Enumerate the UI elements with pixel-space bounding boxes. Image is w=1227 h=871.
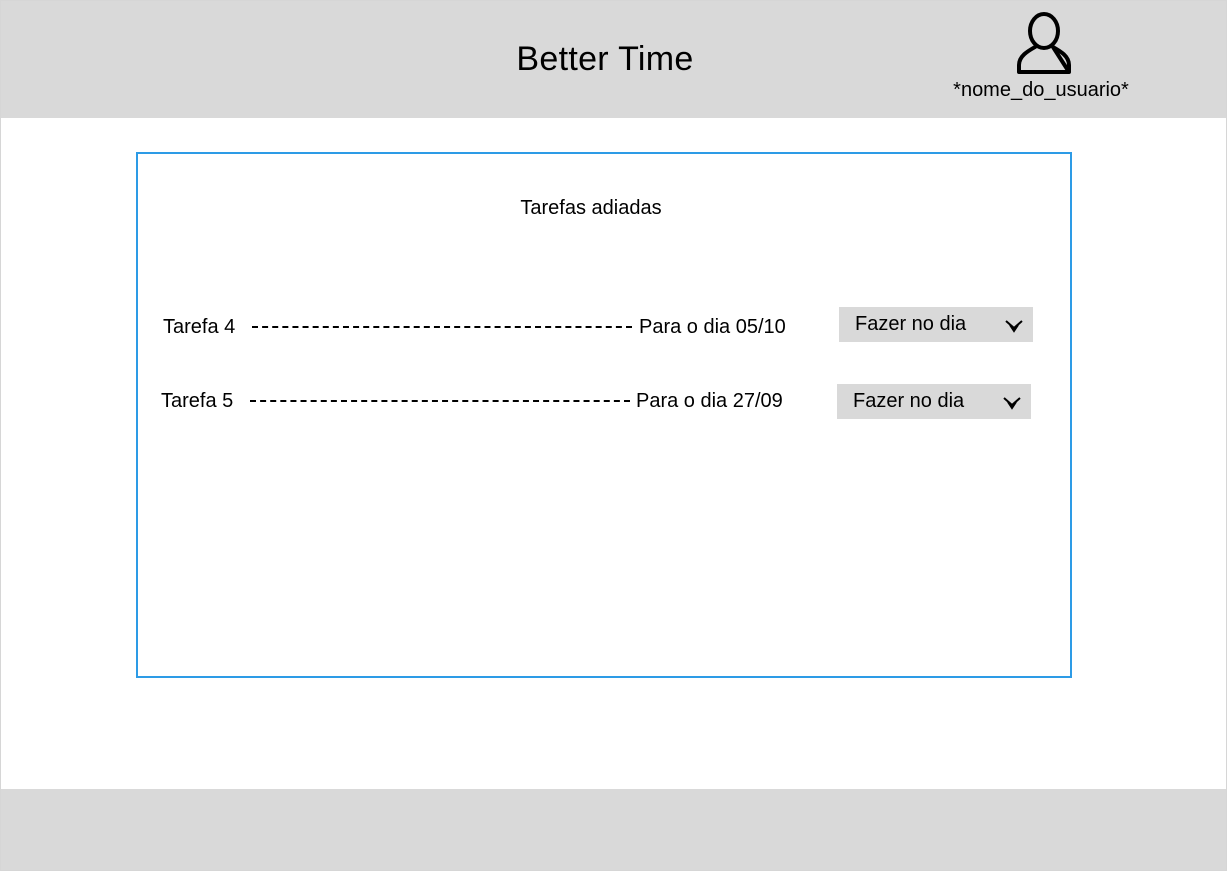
footer bbox=[1, 789, 1226, 870]
task-action-selected: Fazer no dia bbox=[855, 313, 967, 335]
chevron-down-icon bbox=[1005, 320, 1023, 333]
postponed-tasks-panel: Tarefas adiadas Tarefa 4 Para o dia 05/1… bbox=[136, 152, 1072, 678]
task-row: Tarefa 5 Para o dia 27/09 Fazer no dia bbox=[138, 384, 1070, 424]
task-leader-line bbox=[250, 400, 630, 402]
task-action-select[interactable]: Fazer no dia bbox=[837, 384, 1031, 419]
task-leader-line bbox=[252, 326, 632, 328]
header: Better Time *nome_do_usuario* bbox=[1, 1, 1226, 118]
task-row: Tarefa 4 Para o dia 05/10 Fazer no dia bbox=[138, 307, 1070, 347]
user-icon bbox=[1017, 12, 1071, 74]
task-action-select[interactable]: Fazer no dia bbox=[839, 307, 1033, 342]
chevron-down-icon bbox=[1003, 397, 1021, 410]
user-name: *nome_do_usuario* bbox=[953, 79, 1129, 101]
task-action-selected: Fazer no dia bbox=[853, 390, 965, 412]
user-profile[interactable]: *nome_do_usuario* bbox=[931, 11, 1151, 107]
task-name: Tarefa 4 bbox=[163, 316, 236, 338]
task-due-date: Para o dia 27/09 bbox=[636, 390, 783, 412]
task-due-date: Para o dia 05/10 bbox=[639, 316, 786, 338]
task-name: Tarefa 5 bbox=[161, 390, 234, 412]
panel-title: Tarefas adiadas bbox=[520, 197, 662, 219]
